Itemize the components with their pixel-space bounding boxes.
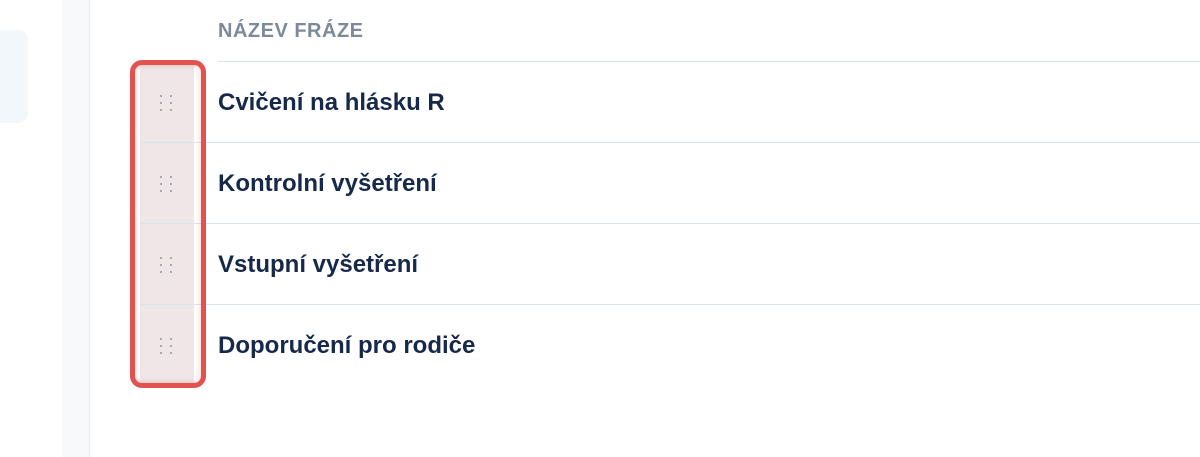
table-row[interactable]: Doporučení pro rodiče [140, 305, 1200, 386]
phrase-name: Vstupní vyšetření [218, 251, 419, 278]
drag-handle-cell[interactable] [140, 62, 194, 143]
phrase-name: Kontrolní vyšetření [218, 170, 437, 197]
drag-handle-icon[interactable] [159, 337, 175, 355]
drag-handle-icon[interactable] [159, 256, 175, 274]
drag-handle-icon[interactable] [159, 94, 175, 112]
panel-gutter [62, 0, 90, 457]
page: NÁZEV FRÁZE Cvičení na hlásku R Kontroln… [0, 0, 1200, 457]
sidebar-card[interactable] [0, 30, 28, 123]
table-body: Cvičení na hlásku R Kontrolní vyšetření [140, 62, 1200, 386]
table-header: NÁZEV FRÁZE [218, 0, 1200, 62]
drag-handle-cell[interactable] [140, 305, 194, 386]
phrase-name: Cvičení na hlásku R [218, 89, 445, 116]
drag-handle-cell[interactable] [140, 143, 194, 224]
table-row[interactable]: Cvičení na hlásku R [140, 62, 1200, 143]
table-row[interactable]: Kontrolní vyšetření [140, 143, 1200, 224]
table-row[interactable]: Vstupní vyšetření [140, 224, 1200, 305]
drag-handle-cell[interactable] [140, 224, 194, 305]
phrase-table: NÁZEV FRÁZE Cvičení na hlásku R Kontroln… [90, 0, 1200, 457]
phrase-name: Doporučení pro rodiče [218, 332, 476, 359]
left-panel [0, 0, 62, 457]
column-header-phrase-name: NÁZEV FRÁZE [218, 20, 364, 42]
drag-handle-icon[interactable] [159, 175, 175, 193]
